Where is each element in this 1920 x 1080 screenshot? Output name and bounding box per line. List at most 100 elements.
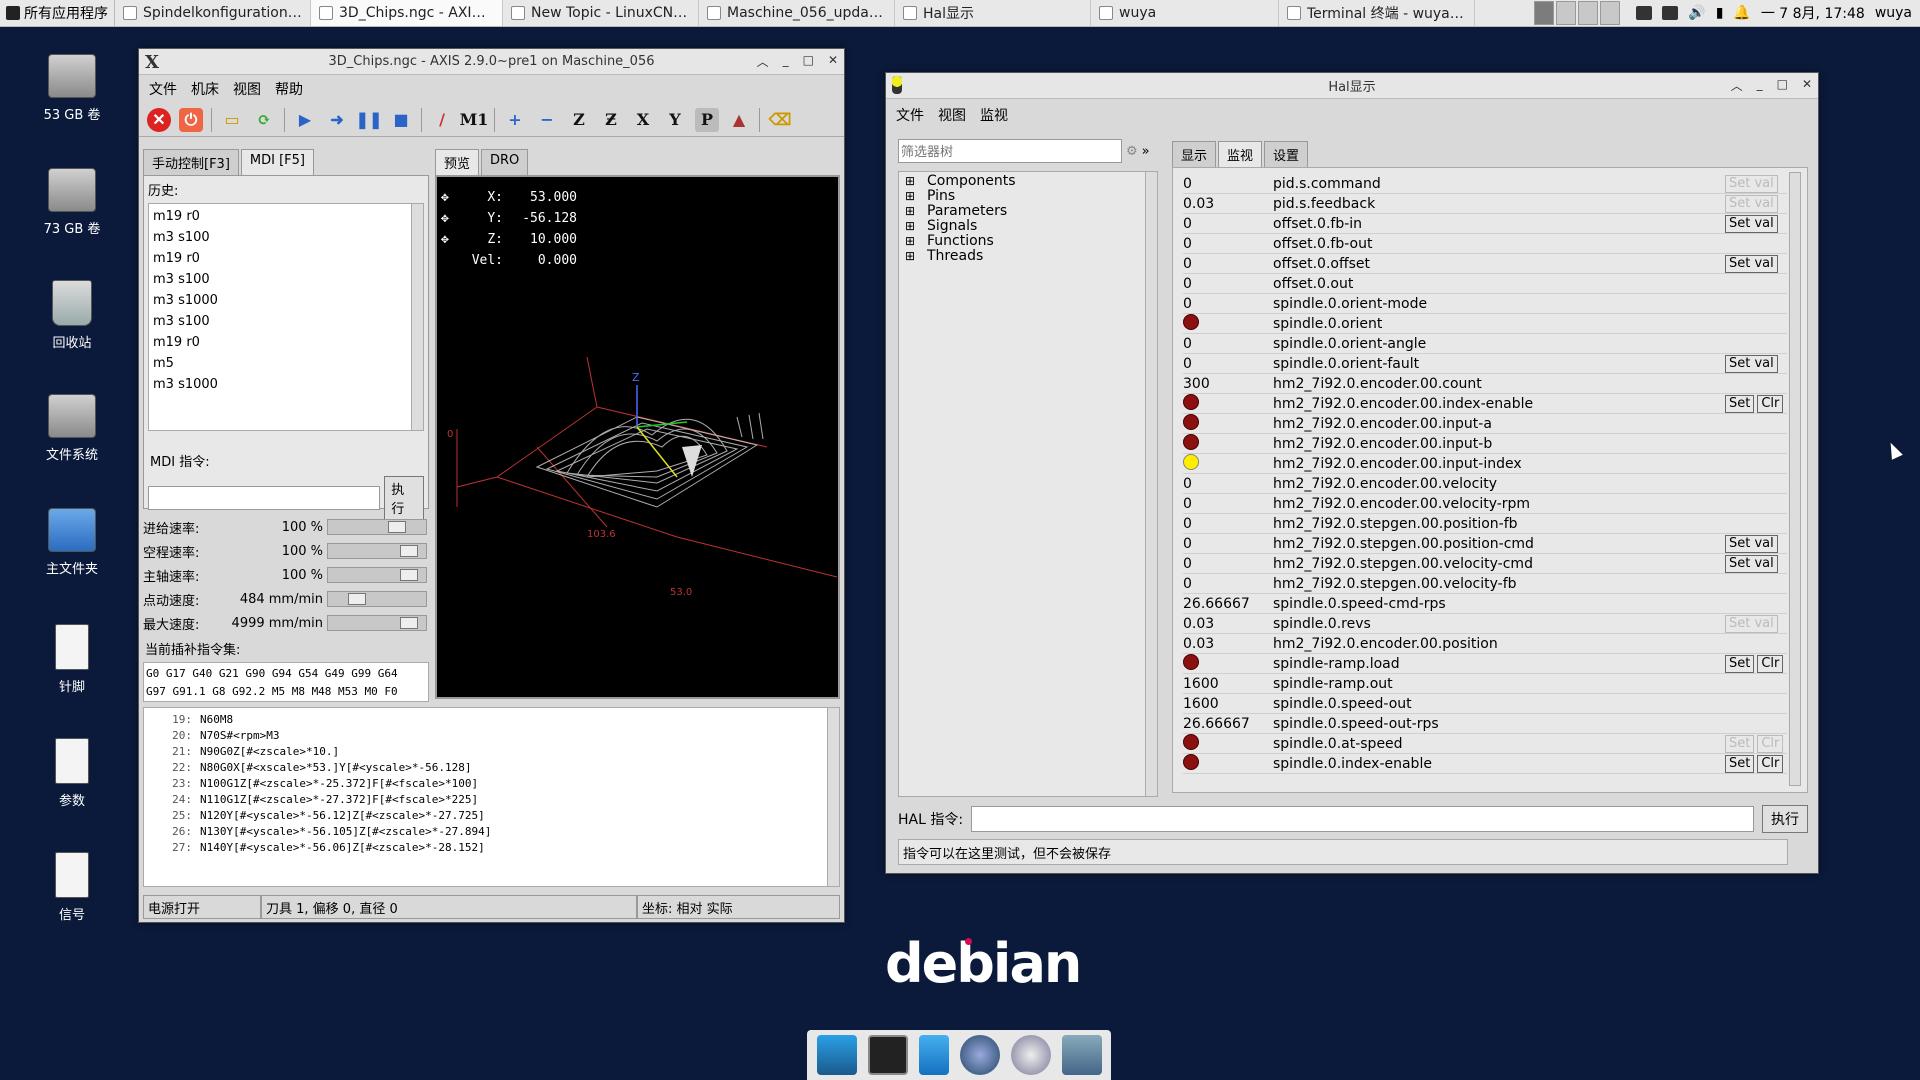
history-item[interactable]: m3 s100 xyxy=(153,227,419,248)
taskbar-task[interactable]: Spindelkonfiguration_7-... xyxy=(115,0,311,26)
taskbar-task[interactable]: 3D_Chips.ngc - AXIS 2.9.... xyxy=(311,0,503,26)
rate-slider[interactable] xyxy=(327,615,427,631)
slider-knob[interactable] xyxy=(388,521,406,533)
estop-icon[interactable]: ✕ xyxy=(147,107,171,132)
clear-button[interactable]: Clr xyxy=(1757,734,1784,753)
axis-titlebar[interactable]: X 3D_Chips.ngc - AXIS 2.9.0~pre1 on Masc… xyxy=(139,49,844,75)
tab-settings[interactable]: 设置 xyxy=(1264,141,1309,167)
view-z2-icon[interactable]: Ƶ xyxy=(599,108,623,132)
set-button[interactable]: Set xyxy=(1725,394,1755,413)
taskbar-task[interactable]: New Topic - LinuxCNC ... xyxy=(503,0,699,26)
rotate-view-icon[interactable]: ▲ xyxy=(727,108,751,132)
home-folder-icon[interactable] xyxy=(1061,1035,1102,1075)
history-item[interactable]: m5 xyxy=(153,353,419,374)
maximize-icon[interactable]: □ xyxy=(803,53,814,70)
menu-item[interactable]: 文件 xyxy=(896,105,924,125)
desktop-icon[interactable]: 73 GB 卷 xyxy=(27,168,117,237)
view-x-icon[interactable]: X xyxy=(631,108,655,132)
set-button[interactable]: Set xyxy=(1725,734,1755,753)
clear-button[interactable]: Clr xyxy=(1757,654,1784,673)
minimize-icon[interactable]: _ xyxy=(783,53,789,70)
desktop-icon[interactable]: 参数 xyxy=(27,738,117,809)
tree-node[interactable]: ⊞ Pins xyxy=(905,189,1151,204)
expand-arrows-icon[interactable]: » xyxy=(1142,144,1150,159)
expand-plus-icon[interactable]: ⊞ xyxy=(905,249,917,264)
expand-plus-icon[interactable]: ⊞ xyxy=(905,189,917,204)
hal-execute-button[interactable]: 执行 xyxy=(1762,805,1808,833)
set-button[interactable]: Set val xyxy=(1725,534,1778,553)
tree-node[interactable]: ⊞ Functions xyxy=(905,234,1151,249)
taskbar-task[interactable]: Maschine_056_update.... xyxy=(699,0,895,26)
run-icon[interactable]: ▶ xyxy=(293,108,317,132)
tree-node[interactable]: ⊞ Threads xyxy=(905,249,1151,264)
set-button[interactable]: Set val xyxy=(1725,194,1778,213)
menu-item[interactable]: 机床 xyxy=(191,79,219,99)
keyboard-icon[interactable] xyxy=(1662,6,1679,20)
slider-knob[interactable] xyxy=(348,593,366,605)
clock[interactable]: 一 7 8月, 17:48 xyxy=(1761,3,1865,23)
taskbar-task[interactable]: Hal显示 xyxy=(895,0,1091,26)
mdi-command-input[interactable] xyxy=(148,486,381,510)
expand-plus-icon[interactable]: ⊞ xyxy=(905,204,917,219)
show-desktop-icon[interactable] xyxy=(816,1035,857,1075)
step-icon[interactable]: ➜ xyxy=(325,108,349,132)
rate-slider[interactable] xyxy=(327,567,427,583)
tab-show[interactable]: 显示 xyxy=(1172,141,1217,167)
program-listing[interactable]: 19: N60M8 20: N70S#<rpm>M3 21: N90G0Z[#<zscal… xyxy=(143,707,840,887)
pause-icon[interactable]: ❚❚ xyxy=(356,108,383,132)
history-item[interactable]: m19 r0 xyxy=(153,206,419,227)
block-delete-icon[interactable]: / xyxy=(430,108,454,132)
optional-stop-icon[interactable]: M1 xyxy=(460,108,489,132)
tree-filter-input[interactable] xyxy=(898,139,1122,163)
clear-button[interactable]: Clr xyxy=(1757,394,1784,413)
tree-scrollbar[interactable] xyxy=(1145,172,1157,796)
program-scrollbar[interactable] xyxy=(827,708,839,886)
history-item[interactable]: m3 s1000 xyxy=(153,374,419,395)
desktop-icon[interactable]: 主文件夹 xyxy=(27,508,117,577)
view-y-icon[interactable]: Y xyxy=(663,108,687,132)
history-item[interactable]: m19 r0 xyxy=(153,332,419,353)
network-icon[interactable] xyxy=(1636,6,1653,20)
menu-item[interactable]: 视图 xyxy=(233,79,261,99)
tab-dro[interactable]: DRO xyxy=(481,149,529,175)
maximize-icon[interactable]: □ xyxy=(1777,77,1788,94)
tab-preview[interactable]: 预览 xyxy=(435,149,480,175)
history-item[interactable]: m3 s100 xyxy=(153,311,419,332)
user-name[interactable]: wuya xyxy=(1875,5,1912,21)
power-icon[interactable]: ⏻ xyxy=(179,107,203,132)
program-line[interactable]: 24: N110G1Z[#<zscale>*-27.372]F[#<fscale>… xyxy=(168,792,839,808)
menu-item[interactable]: 视图 xyxy=(938,105,966,125)
app-finder-icon[interactable] xyxy=(1010,1035,1051,1075)
program-line[interactable]: 20: N70S#<rpm>M3 xyxy=(168,728,839,744)
tree-node[interactable]: ⊞ Components xyxy=(905,174,1151,189)
stop-icon[interactable]: ■ xyxy=(389,108,413,132)
set-button[interactable]: Set xyxy=(1725,754,1755,773)
shade-icon[interactable]: ︿ xyxy=(757,53,769,70)
program-line[interactable]: 27: N140Y[#<yscale>*-56.06]Z[#<zscale>*-2… xyxy=(168,840,839,856)
history-scrollbar[interactable] xyxy=(411,204,423,430)
menu-item[interactable]: 监视 xyxy=(980,105,1008,125)
history-list[interactable]: m19 r0 m3 s100 m19 r0 m3 s100 m3 s1000 m3 s10… xyxy=(148,203,424,431)
web-browser-icon[interactable] xyxy=(959,1035,1000,1075)
program-line[interactable]: 23: N100G1Z[#<zscale>*-25.372]F[#<fscale>… xyxy=(168,776,839,792)
set-button[interactable]: Set val xyxy=(1725,214,1778,233)
rate-slider[interactable] xyxy=(327,591,427,607)
program-line[interactable]: 21: N90G0Z[#<zscale>*10.] xyxy=(168,744,839,760)
program-line[interactable]: 25: N120Y[#<yscale>*-56.12]Z[#<zscale>*-2… xyxy=(168,808,839,824)
menu-item[interactable]: 帮助 xyxy=(275,79,303,99)
rate-slider[interactable] xyxy=(327,519,427,535)
clear-plot-icon[interactable]: ⌫ xyxy=(768,108,792,132)
expand-plus-icon[interactable]: ⊞ xyxy=(905,234,917,249)
history-item[interactable]: m3 s100 xyxy=(153,269,419,290)
close-icon[interactable]: ✕ xyxy=(1802,77,1812,94)
battery-icon[interactable]: ▮ xyxy=(1716,5,1724,21)
taskbar-task[interactable]: Terminal 终端 - wuya@... xyxy=(1279,0,1475,26)
hal-tree[interactable]: ⊞ Components ⊞ Pins ⊞ Parameters ⊞ Signals ⊞ Func… xyxy=(898,171,1158,797)
program-line[interactable]: 26: N130Y[#<yscale>*-56.105]Z[#<zscale>*-… xyxy=(168,824,839,840)
zoom-out-icon[interactable]: − xyxy=(535,108,559,132)
tree-node[interactable]: ⊞ Parameters xyxy=(905,204,1151,219)
hal-titlebar[interactable]: Hal显示 ︿ _ □ ✕ xyxy=(886,73,1818,99)
desktop-icon[interactable]: 53 GB 卷 xyxy=(27,54,117,123)
set-button[interactable]: Set xyxy=(1725,654,1755,673)
set-button[interactable]: Set val xyxy=(1725,354,1778,373)
